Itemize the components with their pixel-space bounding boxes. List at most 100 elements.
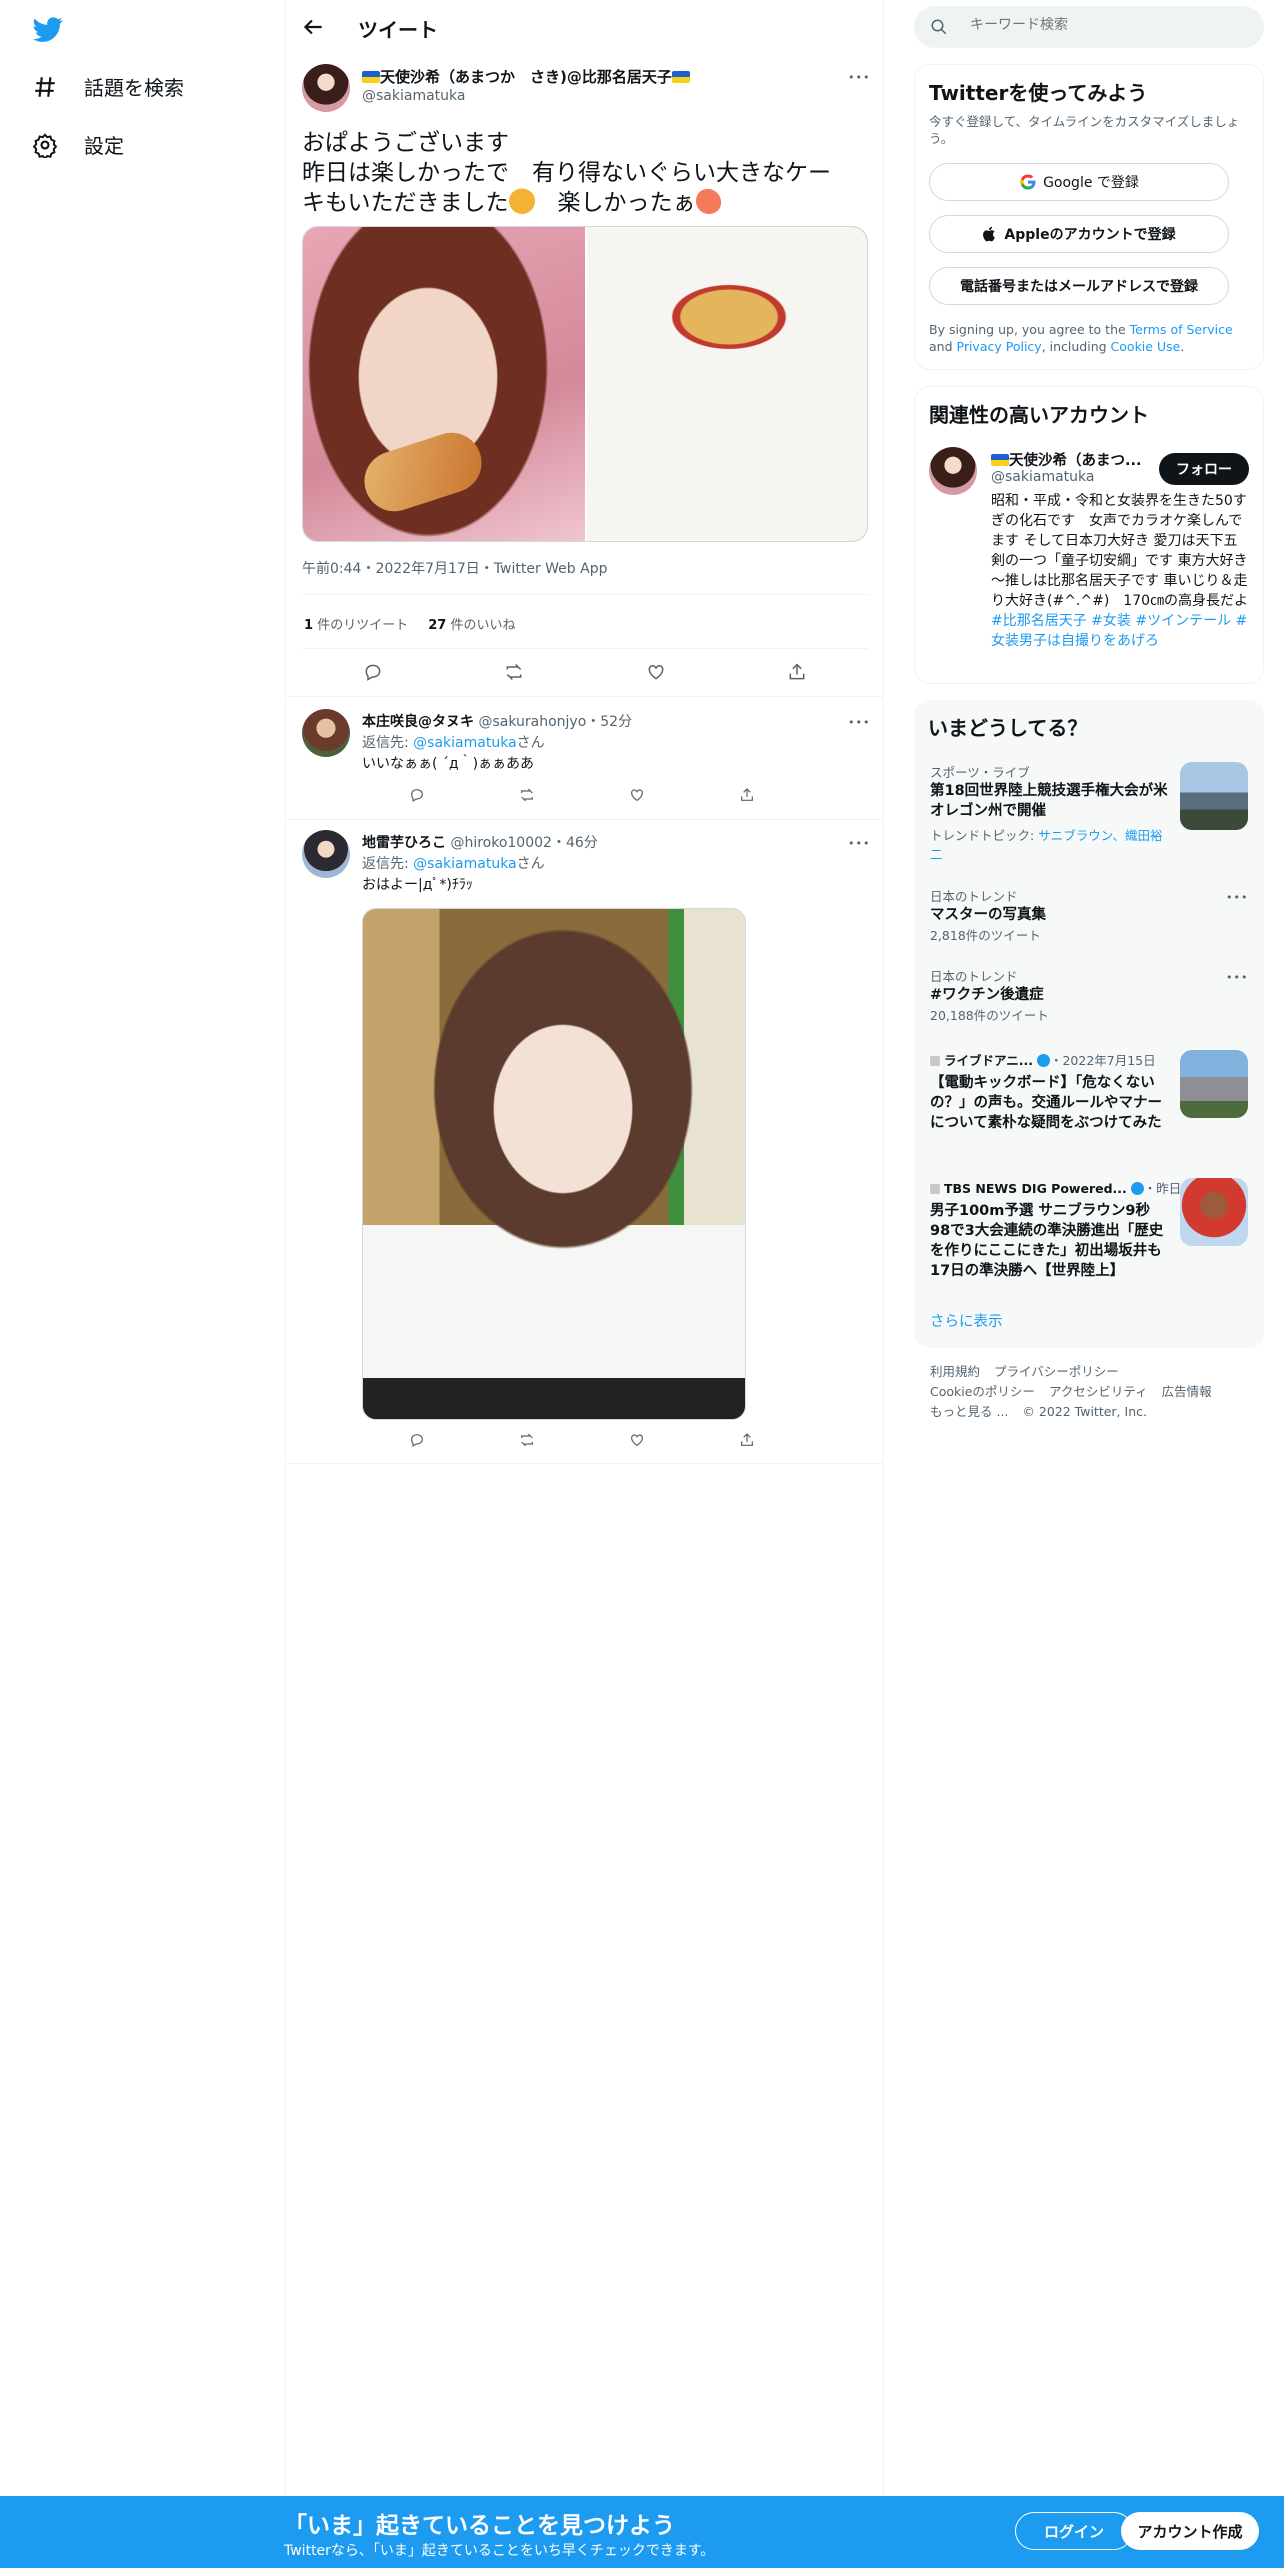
apple-signup-button[interactable]: Appleのアカウントで登録 bbox=[929, 215, 1229, 253]
page-title: ツイート bbox=[358, 18, 438, 42]
signup-title: Twitterを使ってみよう bbox=[929, 81, 1148, 105]
tweet-author-handle[interactable]: @sakiamatuka bbox=[362, 88, 465, 104]
ukraine-flag-icon bbox=[362, 71, 380, 83]
bottom-signup-bar: 「いま」起きていることを見つけよう Twitterなら、「いま」起きていることを… bbox=[0, 2496, 1284, 2568]
peach-emoji-icon bbox=[695, 188, 722, 214]
news-thumbnail bbox=[1180, 1050, 1248, 1118]
ukraine-flag-icon bbox=[671, 71, 690, 83]
news-item[interactable]: TBS NEWS DIG Powered... ・昨日 男子100m予選 サニブ… bbox=[930, 1178, 1248, 1298]
back-arrow-icon[interactable] bbox=[300, 14, 326, 40]
share-icon[interactable] bbox=[739, 787, 755, 803]
trend-item[interactable]: 日本のトレンド マスターの写真集 2,818件のツイート bbox=[930, 886, 1248, 946]
signup-subtitle: 今すぐ登録して、タイムラインをカスタマイズしましょう。 bbox=[929, 114, 1240, 146]
reply-to: 返信先: @sakiamatukaさん bbox=[362, 856, 545, 872]
reply-text: いいなぁぁ( ´д｀)ぁぁああ bbox=[362, 756, 535, 772]
more-options-icon[interactable] bbox=[848, 716, 870, 729]
google-g-icon bbox=[1020, 174, 1036, 190]
news-thumbnail bbox=[1180, 1178, 1248, 1246]
tweet-actions bbox=[302, 662, 868, 682]
nav-explore-label: 話題を検索 bbox=[84, 76, 184, 100]
retweet-icon[interactable] bbox=[519, 787, 535, 803]
related-accounts-card: 関連性の高いアカウント 天使沙希（あまつ... @sakiamatuka フォロ… bbox=[914, 386, 1264, 684]
trend-item[interactable]: 日本のトレンド #ワクチン後遺症 20,188件のツイート bbox=[930, 966, 1248, 1026]
phone-email-signup-button[interactable]: 電話番号またはメールアドレスで登録 bbox=[929, 267, 1229, 305]
verified-badge-icon bbox=[1130, 1182, 1144, 1195]
retweet-count[interactable]: 1 件のリツイート bbox=[304, 614, 408, 633]
divider bbox=[302, 594, 868, 595]
news-item[interactable]: ライブドアニ... ・2022年7月15日 【電動キックボード】「危なくないの？… bbox=[930, 1050, 1248, 1160]
search-icon bbox=[931, 19, 947, 35]
search-bar[interactable] bbox=[914, 6, 1264, 48]
search-input[interactable] bbox=[970, 17, 1240, 33]
like-count[interactable]: 27 件のいいね bbox=[428, 614, 515, 633]
footer-links: 利用規約 プライバシーポリシー Cookieのポリシー アクセシビリティ 広告情報 も… bbox=[930, 1364, 1212, 1419]
show-more-link[interactable]: さらに表示 bbox=[930, 1310, 1003, 1331]
signup-terms: By signing up, you agree to the Terms of… bbox=[929, 322, 1233, 354]
trends-card: いまどうしてる？ スポーツ・ライブ 第18回世界陸上競技選手権大会が米オレゴン州… bbox=[914, 700, 1264, 1348]
reply-icon[interactable] bbox=[409, 1432, 425, 1448]
more-options-icon[interactable] bbox=[848, 71, 870, 84]
tweet-text: おぱようございます 昨日は楽しかったで 有り得ないぐらい大きなケー キもいただき… bbox=[302, 130, 831, 216]
related-handle[interactable]: @sakiamatuka bbox=[991, 469, 1094, 485]
left-nav: 話題を検索 設定 bbox=[0, 0, 286, 2496]
like-icon[interactable] bbox=[629, 787, 645, 803]
main-column: ツイート 天使沙希（あまつか さき)@比那名居天子 @sakiamatuka お… bbox=[286, 0, 884, 2496]
reply-icon[interactable] bbox=[363, 662, 383, 682]
more-options-icon[interactable] bbox=[848, 837, 870, 850]
tweet-photo-selfie[interactable] bbox=[303, 227, 585, 541]
trend-thumbnail bbox=[1180, 762, 1248, 830]
related-bio: 昭和・平成・令和と女装界を生きた50すぎの化石です 女声でカラオケ楽しんでます … bbox=[991, 493, 1249, 649]
publisher-logo-icon bbox=[930, 1056, 940, 1066]
reply-tweet[interactable]: 本庄咲良@タヌキ @sakurahonjyo・52分 返信先: @sakiama… bbox=[286, 697, 884, 820]
nav-settings[interactable]: 設定 bbox=[32, 130, 124, 159]
share-icon[interactable] bbox=[739, 1432, 755, 1448]
gear-icon bbox=[32, 132, 58, 158]
retweet-icon[interactable] bbox=[504, 662, 524, 682]
bottom-bar-title: 「いま」起きていることを見つけよう bbox=[284, 2513, 675, 2539]
verified-badge-icon bbox=[1036, 1054, 1050, 1067]
share-icon[interactable] bbox=[787, 662, 807, 682]
smiling-hearts-emoji-icon bbox=[508, 188, 535, 214]
reply-tweet[interactable]: 地雷芋ひろこ @hiroko10002・46分 返信先: @sakiamatuk… bbox=[286, 820, 884, 1464]
reply-header: 地雷芋ひろこ @hiroko10002・46分 bbox=[362, 835, 598, 851]
divider bbox=[302, 648, 868, 649]
reply-avatar[interactable] bbox=[302, 709, 350, 757]
bottom-bar-subtitle: Twitterなら、「いま」起きていることをいち早くチェックできます。 bbox=[284, 2543, 715, 2559]
signup-card: Twitterを使ってみよう 今すぐ登録して、タイムラインをカスタマイズしましょ… bbox=[914, 64, 1264, 370]
ukraine-flag-icon bbox=[991, 454, 1009, 466]
related-title: 関連性の高いアカウント bbox=[929, 403, 1149, 427]
twitter-bird-icon[interactable] bbox=[32, 14, 64, 44]
tweet-photo-cake[interactable] bbox=[587, 227, 867, 541]
trends-title: いまどうしてる？ bbox=[928, 716, 1088, 740]
more-options-icon[interactable] bbox=[1226, 971, 1248, 984]
tweet-timestamp[interactable]: 午前0:44・2022年7月17日・Twitter Web App bbox=[302, 558, 607, 578]
tweet-avatar[interactable] bbox=[302, 64, 350, 112]
like-icon[interactable] bbox=[629, 1432, 645, 1448]
nav-settings-label: 設定 bbox=[84, 134, 124, 158]
related-name[interactable]: 天使沙希（あまつ... bbox=[991, 449, 1142, 470]
retweet-icon[interactable] bbox=[519, 1432, 535, 1448]
reply-photo[interactable] bbox=[362, 908, 746, 1420]
reply-avatar[interactable] bbox=[302, 830, 350, 878]
publisher-logo-icon bbox=[930, 1184, 940, 1194]
google-signup-button[interactable]: Google で登録 bbox=[929, 163, 1229, 201]
reply-actions bbox=[362, 787, 802, 803]
tweet-author-name[interactable]: 天使沙希（あまつか さき)@比那名居天子 bbox=[362, 66, 690, 87]
login-button[interactable]: ログイン bbox=[1015, 2512, 1133, 2550]
like-icon[interactable] bbox=[646, 662, 666, 682]
reply-icon[interactable] bbox=[409, 787, 425, 803]
more-options-icon[interactable] bbox=[1226, 891, 1248, 904]
signup-button[interactable]: アカウント作成 bbox=[1121, 2512, 1259, 2550]
hashtag-icon bbox=[35, 76, 55, 97]
reply-to: 返信先: @sakiamatukaさん bbox=[362, 735, 545, 751]
follow-button[interactable]: フォロー bbox=[1159, 453, 1249, 485]
tweet-media bbox=[302, 226, 868, 542]
reply-actions bbox=[362, 1432, 802, 1448]
nav-explore[interactable]: 話題を検索 bbox=[32, 72, 184, 101]
reply-header: 本庄咲良@タヌキ @sakurahonjyo・52分 bbox=[362, 714, 633, 730]
tweet-stats: 1 件のリツイート 27 件のいいね bbox=[304, 614, 515, 633]
trend-item[interactable]: スポーツ・ライブ 第18回世界陸上競技選手権大会が米オレゴン州で開催 トレンドト… bbox=[930, 762, 1248, 862]
related-avatar[interactable] bbox=[929, 447, 977, 495]
reply-text: おはよー|дﾟ*)ﾁﾗｯ bbox=[362, 877, 473, 893]
apple-icon bbox=[983, 226, 996, 242]
